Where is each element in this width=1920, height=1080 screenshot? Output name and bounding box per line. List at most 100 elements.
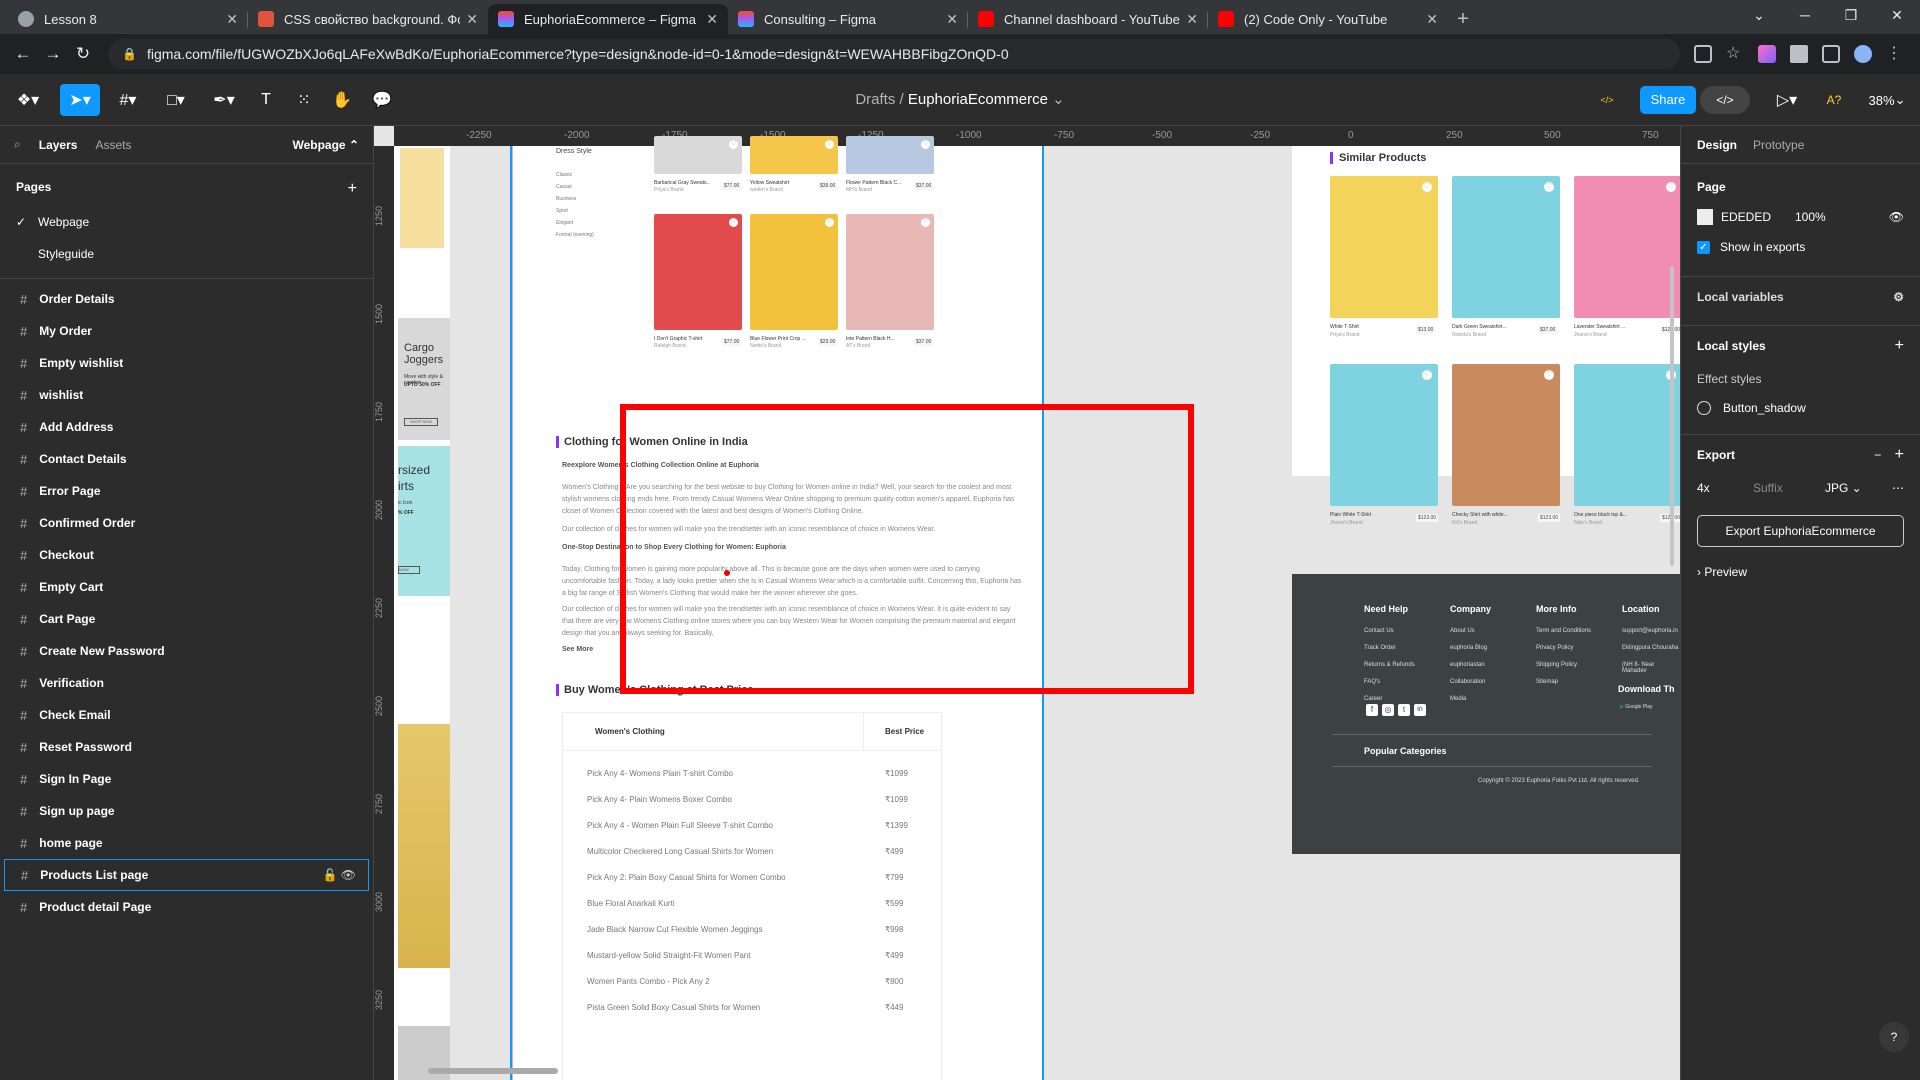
variables-icon[interactable]: ⚙: [1893, 290, 1904, 304]
heart-icon[interactable]: ♡: [1666, 182, 1676, 192]
dev-mode-icon[interactable]: </>: [1592, 84, 1622, 116]
tab-search-icon[interactable]: ⌄: [1736, 0, 1782, 30]
drafts-link[interactable]: Drafts: [855, 91, 895, 108]
footer-link[interactable]: (NH 8- Near Mahadev: [1622, 662, 1680, 674]
footer-link[interactable]: Sitemap: [1536, 679, 1558, 685]
product-image[interactable]: ♡: [1330, 176, 1438, 318]
checkbox-icon[interactable]: ✓: [1697, 240, 1710, 254]
scrollbar[interactable]: [1670, 266, 1674, 566]
frame-item[interactable]: # Sign up page: [0, 795, 373, 827]
filter-item[interactable]: Elegant: [556, 220, 573, 226]
frame-item[interactable]: # Create New Password: [0, 635, 373, 667]
heart-icon[interactable]: ♡: [825, 218, 834, 227]
back-icon[interactable]: ←: [8, 44, 38, 64]
sidepanel-icon[interactable]: [1822, 45, 1840, 63]
menu-icon[interactable]: ⋮: [1886, 45, 1904, 63]
export-suffix-input[interactable]: Suffix: [1753, 481, 1825, 495]
font-missing-icon[interactable]: A?: [1822, 84, 1846, 116]
product-image[interactable]: ♡: [750, 136, 838, 174]
product-image[interactable]: ♡: [654, 214, 742, 330]
heart-icon[interactable]: ♡: [921, 140, 930, 149]
minimize-button[interactable]: ─: [1782, 0, 1828, 30]
frame-item[interactable]: # Verification: [0, 667, 373, 699]
frame-item[interactable]: # Checkout: [0, 539, 373, 571]
footer-link[interactable]: euphoriastan: [1450, 662, 1485, 668]
linkedin-icon[interactable]: in: [1414, 704, 1426, 716]
filter-item[interactable]: Classic: [556, 172, 572, 178]
product-image[interactable]: ♡: [1574, 176, 1680, 318]
product-detail-frame[interactable]: Similar Products ♡ White T-Shirt Priya's B…: [1292, 146, 1680, 526]
add-export-icon[interactable]: +: [1895, 446, 1904, 463]
product-image[interactable]: ♡: [1574, 364, 1680, 506]
chevron-down-icon[interactable]: ⌄: [1052, 91, 1065, 108]
footer-link[interactable]: support@euphoria.in: [1622, 628, 1678, 634]
product-image[interactable]: ♡: [750, 214, 838, 330]
bookmark-star-icon[interactable]: ☆: [1726, 45, 1744, 63]
search-icon[interactable]: ⌕: [14, 137, 21, 152]
shop-now-button[interactable]: SHOP NOW: [404, 418, 438, 426]
add-style-icon[interactable]: +: [1895, 337, 1904, 355]
frame-item[interactable]: # wishlist: [0, 379, 373, 411]
effect-style-item[interactable]: Button_shadow: [1723, 401, 1806, 415]
preview-toggle[interactable]: Preview: [1704, 565, 1747, 579]
page-opacity-value[interactable]: 100%: [1795, 210, 1826, 224]
close-icon[interactable]: ✕: [1186, 11, 1198, 28]
footer-link[interactable]: Returns & Refunds: [1364, 662, 1415, 668]
browser-tab[interactable]: CSS свойство background. Фон ✕: [248, 4, 488, 34]
twitter-icon[interactable]: t: [1398, 704, 1410, 716]
frame-item[interactable]: # Contact Details: [0, 443, 373, 475]
chevron-right-icon[interactable]: ›: [1697, 565, 1701, 579]
footer-link[interactable]: Media: [1450, 696, 1466, 702]
instagram-icon[interactable]: ◎: [1382, 704, 1394, 716]
file-name[interactable]: EuphoriaEcommerce: [908, 91, 1048, 108]
footer-link[interactable]: Track Order: [1364, 645, 1396, 651]
close-window-button[interactable]: ✕: [1874, 0, 1920, 30]
frame-item[interactable]: # Reset Password: [0, 731, 373, 763]
more-icon[interactable]: ⋯: [1892, 481, 1904, 495]
export-format-select[interactable]: JPG ⌄: [1825, 481, 1862, 495]
footer-link[interactable]: Shipping Policy: [1536, 662, 1577, 668]
footer-link[interactable]: Term and Conditions: [1536, 628, 1591, 634]
export-scale[interactable]: 4x: [1697, 481, 1753, 495]
frame-item[interactable]: # Confirmed Order: [0, 507, 373, 539]
google-play-badge[interactable]: ▶ Google Play: [1620, 704, 1672, 718]
puzzle-icon[interactable]: [1790, 45, 1808, 63]
horizontal-scrollbar[interactable]: [428, 1068, 558, 1074]
heart-icon[interactable]: ♡: [921, 218, 930, 227]
eye-icon[interactable]: 👁: [1889, 210, 1904, 224]
zoom-dropdown[interactable]: 38% ⌄: [1862, 84, 1912, 116]
heart-icon[interactable]: ♡: [729, 140, 738, 149]
help-button[interactable]: ?: [1879, 1022, 1909, 1052]
frame-item[interactable]: # Empty Cart: [0, 571, 373, 603]
footer-link[interactable]: Eklingpura Chouraha: [1622, 645, 1678, 651]
tab-assets[interactable]: Assets: [95, 138, 131, 152]
tab-prototype[interactable]: Prototype: [1753, 138, 1804, 152]
close-icon[interactable]: ✕: [1426, 11, 1438, 28]
url-field[interactable]: 🔒 figma.com/file/fUGWOZbXJo6qLAFeXwBdKo/E…: [108, 39, 1680, 69]
frame-item[interactable]: # Check Email: [0, 699, 373, 731]
restore-button[interactable]: ❐: [1828, 0, 1874, 30]
page-item-styleguide[interactable]: Styleguide: [0, 238, 373, 270]
frame-item[interactable]: # My Order: [0, 315, 373, 347]
frame-item[interactable]: # Empty wishlist: [0, 347, 373, 379]
heart-icon[interactable]: ♡: [1422, 370, 1432, 380]
shop-now-button[interactable]: NOW: [398, 566, 420, 574]
popular-categories[interactable]: Popular Categories: [1364, 746, 1447, 756]
browser-tab[interactable]: (2) Code Only - YouTube ✕: [1208, 4, 1448, 34]
product-image[interactable]: ♡: [846, 214, 934, 330]
heart-icon[interactable]: ♡: [1544, 370, 1554, 380]
heart-icon[interactable]: ♡: [825, 140, 834, 149]
forward-icon[interactable]: →: [38, 44, 68, 64]
tab-layers[interactable]: Layers: [39, 138, 78, 152]
browser-tab-active[interactable]: EuphoriaEcommerce – Figma ✕: [488, 4, 728, 34]
browser-tab[interactable]: Lesson 8 ✕: [8, 4, 248, 34]
dev-mode-toggle[interactable]: </>: [1700, 86, 1750, 114]
filter-item[interactable]: Business: [556, 196, 576, 202]
filter-item[interactable]: Casual: [556, 184, 572, 190]
frame-item[interactable]: # Product detail Page: [0, 891, 373, 923]
tab-design[interactable]: Design: [1697, 138, 1737, 152]
filter-item[interactable]: Sport: [556, 208, 568, 214]
frame-item[interactable]: # Sign In Page: [0, 763, 373, 795]
close-icon[interactable]: ✕: [466, 11, 478, 28]
remove-export-icon[interactable]: −: [1874, 448, 1881, 462]
